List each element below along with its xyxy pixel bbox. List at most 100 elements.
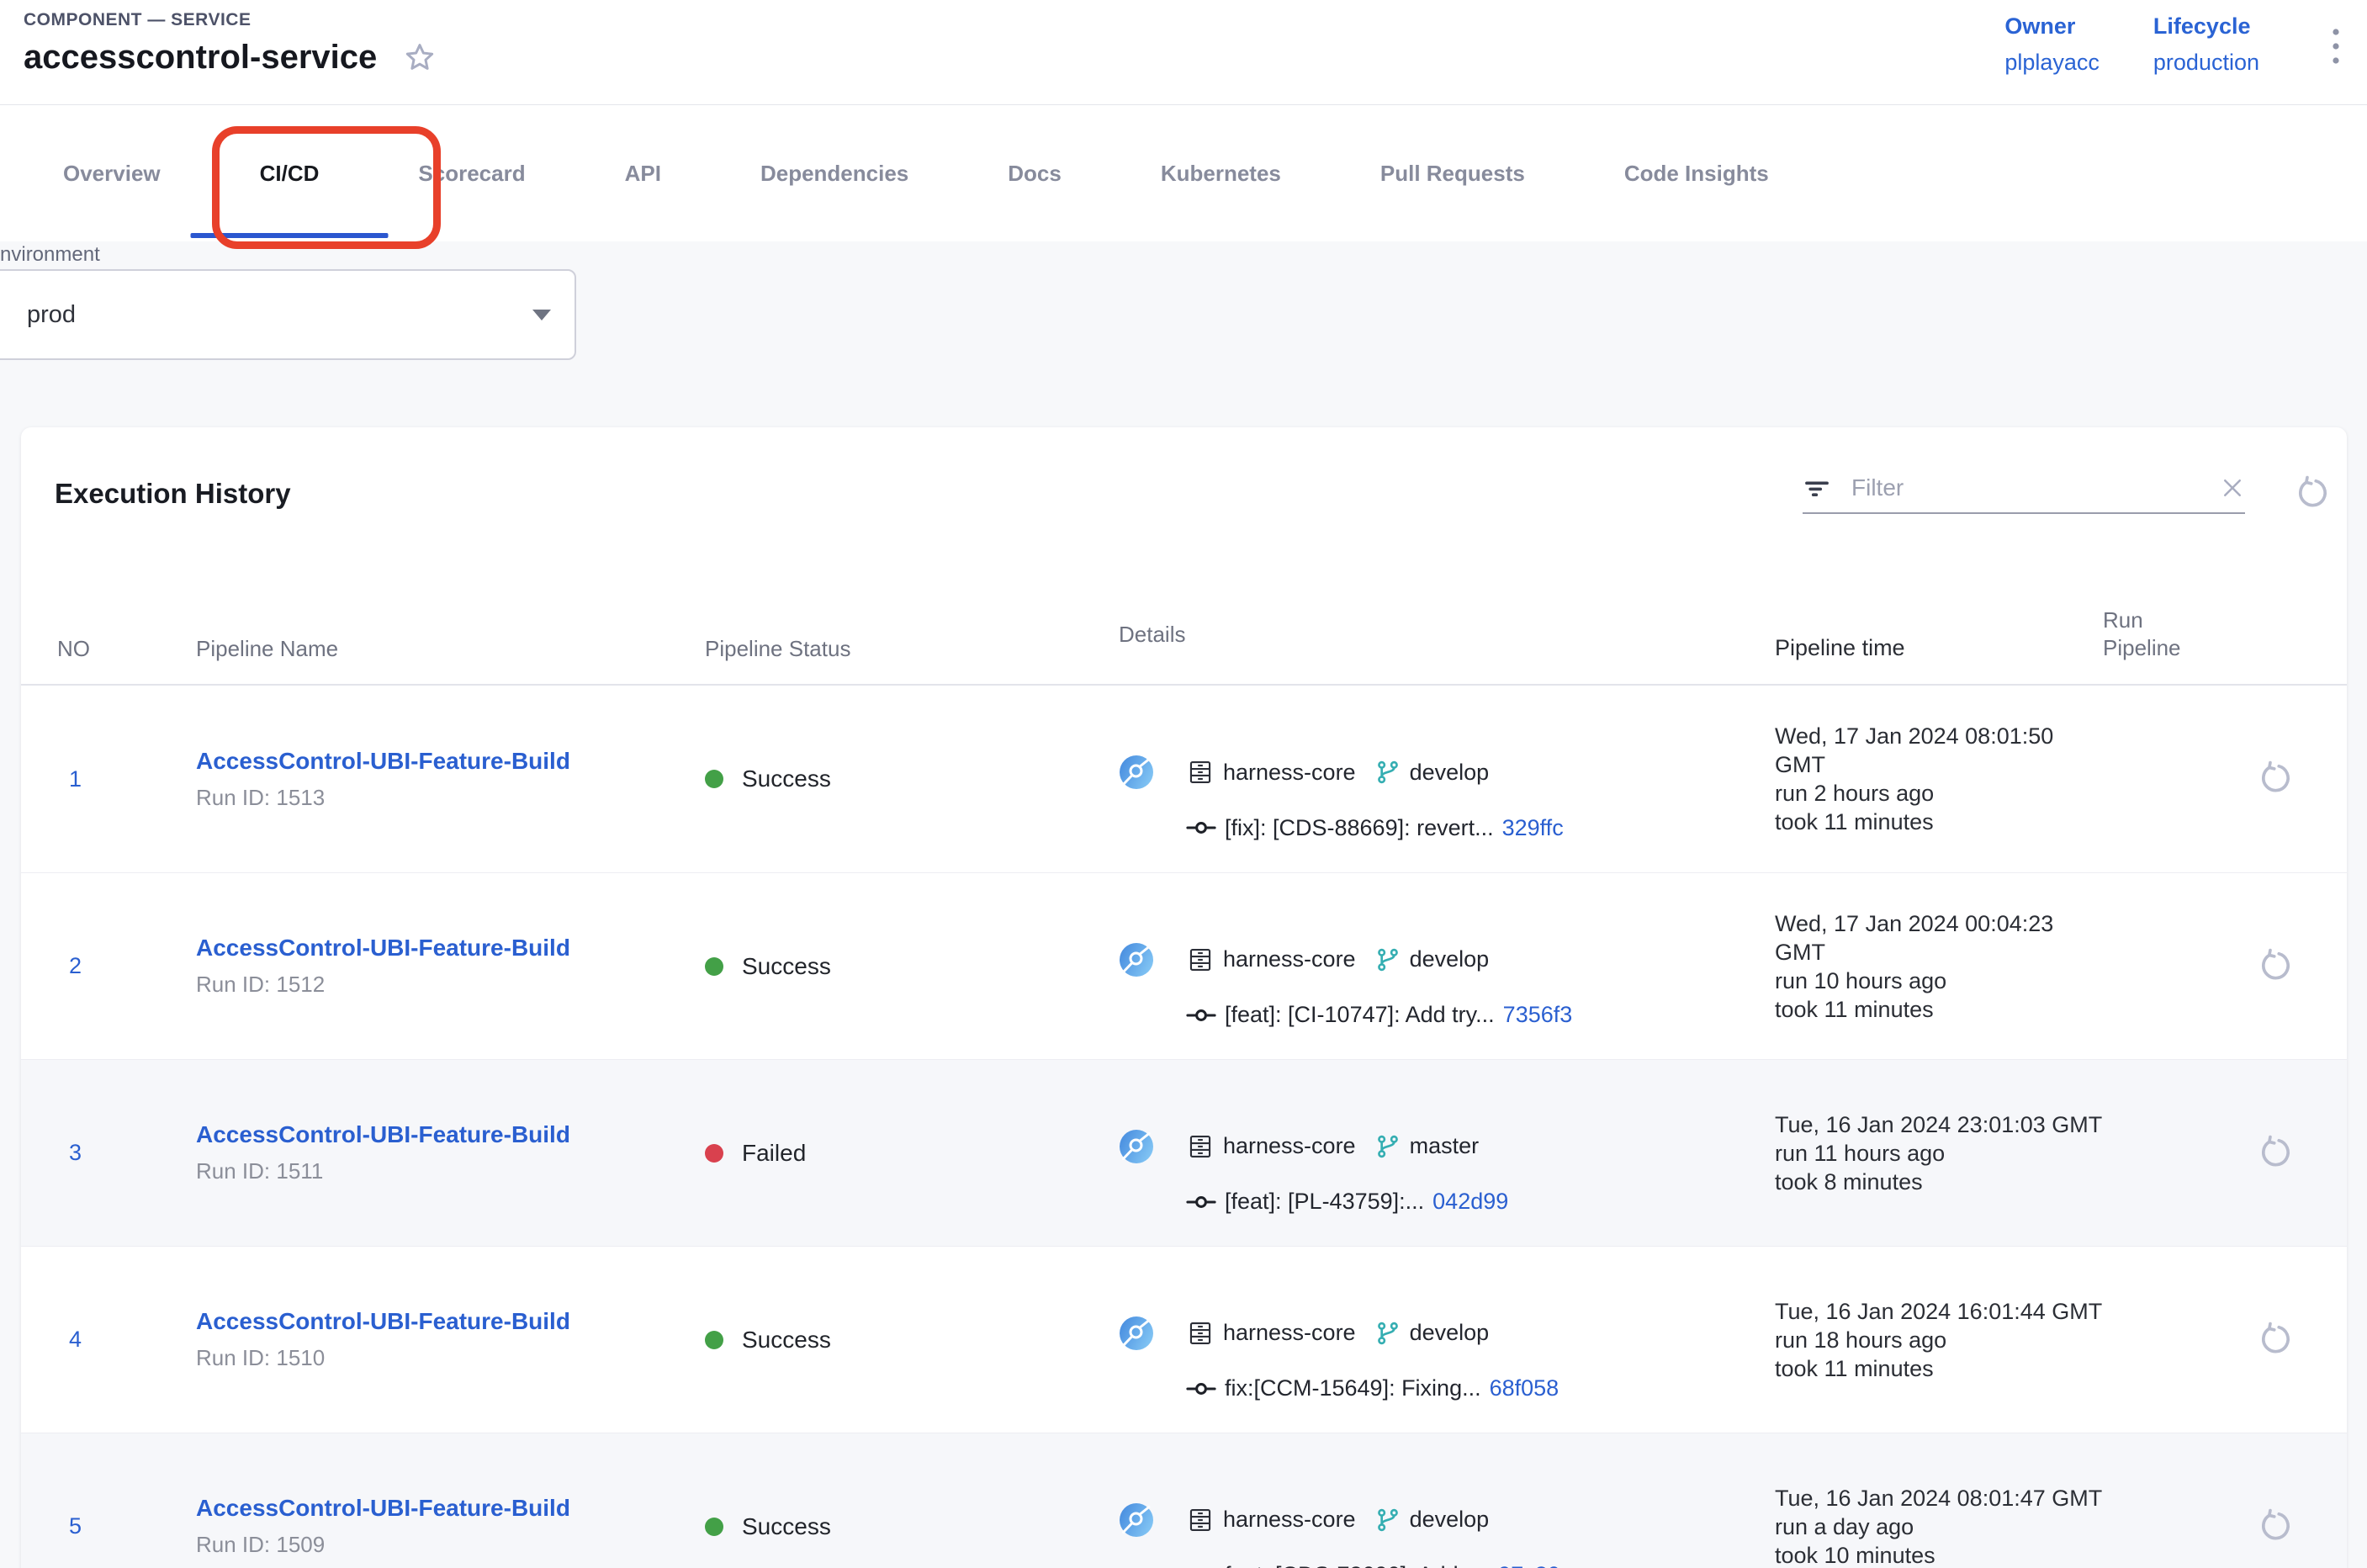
tab-cicd-label: CI/CD [260,161,320,187]
run-id: Run ID: 1509 [196,1532,705,1558]
col-header-run-pipeline-label: Run Pipeline [2103,607,2211,662]
run-id: Run ID: 1511 [196,1158,705,1184]
owner-label: Owner [2004,13,2100,40]
tab-cicd[interactable]: CI/CD [260,105,320,241]
git-commit-icon [1186,1378,1216,1400]
commit-message: [feat]: [CI-10747]: Add try... [1225,1002,1495,1028]
git-commit-icon [1186,1191,1216,1213]
tab-api-label: API [625,161,661,187]
tab-dependencies[interactable]: Dependencies [760,105,908,241]
col-header-pipeline-name: Pipeline Name [196,636,705,662]
tab-pull-requests[interactable]: Pull Requests [1380,105,1525,241]
run-id: Run ID: 1512 [196,972,705,998]
status-label: Failed [742,1140,806,1167]
pipeline-time-ago: run 18 hours ago [1775,1326,2103,1354]
status-label: Success [742,1327,831,1353]
branch-name: develop [1410,946,1490,972]
col-header-details: Details [1119,622,1775,648]
repo-icon [1186,1319,1215,1348]
branch-name: master [1410,1133,1480,1159]
trigger-avatar-icon [1119,755,1154,790]
tab-scorecard[interactable]: Scorecard [418,105,525,241]
favorite-star-icon[interactable] [402,40,437,76]
run-pipeline-button[interactable] [2255,1508,2292,1545]
commit-sha-link[interactable]: 042d99 [1432,1189,1508,1215]
entity-header: COMPONENT — SERVICE accesscontrol-servic… [0,0,2367,105]
pipeline-time-ago: run 11 hours ago [1775,1139,2103,1168]
pipeline-name-link[interactable]: AccessControl-UBI-Feature-Build [196,1308,705,1335]
clear-filter-icon[interactable] [2220,475,2245,501]
tab-code-insights[interactable]: Code Insights [1624,105,1769,241]
entity-meta-block: Owner plplayacc Lifecycle production [2004,0,2342,104]
pipeline-name-link[interactable]: AccessControl-UBI-Feature-Build [196,748,705,775]
environment-select[interactable]: prod [0,269,576,360]
tab-kubernetes-label: Kubernetes [1161,161,1281,187]
tab-docs-label: Docs [1008,161,1062,187]
pipeline-name-link[interactable]: AccessControl-UBI-Feature-Build [196,935,705,961]
commit-sha-link[interactable]: a97c30 [1485,1562,1560,1568]
refresh-icon[interactable] [2292,475,2329,512]
git-commit-icon [1186,1004,1216,1026]
status-label: Success [742,1513,831,1540]
tab-pull-requests-label: Pull Requests [1380,161,1525,187]
tab-scorecard-label: Scorecard [418,161,525,187]
tab-api[interactable]: API [625,105,661,241]
table-row: 4 AccessControl-UBI-Feature-Build Run ID… [21,1246,2347,1433]
kebab-menu-icon[interactable] [2330,13,2342,73]
repo-icon [1186,1506,1215,1534]
tab-overview[interactable]: Overview [63,105,161,241]
trigger-avatar-icon [1119,942,1154,977]
filter-icon [1803,474,1831,502]
git-commit-icon [1186,817,1216,839]
trigger-avatar-icon [1119,1502,1154,1538]
table-row: 1 AccessControl-UBI-Feature-Build Run ID… [21,686,2347,872]
pipeline-time-ago: run 10 hours ago [1775,967,2103,995]
run-pipeline-button[interactable] [2255,760,2292,797]
repo-icon [1186,946,1215,974]
pipeline-name-link[interactable]: AccessControl-UBI-Feature-Build [196,1495,705,1522]
lifecycle-meta: Lifecycle production [2153,13,2259,76]
git-branch-icon [1374,946,1401,973]
pipeline-time-took: took 11 minutes [1775,808,2103,836]
git-branch-icon [1374,1133,1401,1160]
commit-message: [fix]: [CDS-88669]: revert... [1225,815,1494,841]
run-pipeline-button[interactable] [2255,948,2292,985]
commit-sha-link[interactable]: 329ffc [1502,815,1564,841]
table-body: 1 AccessControl-UBI-Feature-Build Run ID… [21,686,2347,1568]
git-commit-icon [1186,1565,1216,1568]
status-dot [705,1331,723,1349]
repo-icon [1186,1132,1215,1161]
tab-docs[interactable]: Docs [1008,105,1062,241]
pipeline-name-link[interactable]: AccessControl-UBI-Feature-Build [196,1121,705,1148]
status-label: Success [742,765,831,792]
status-label: Success [742,953,831,980]
commit-sha-link[interactable]: 7356f3 [1503,1002,1573,1028]
tab-overview-label: Overview [63,161,161,187]
owner-link[interactable]: plplayacc [2004,50,2100,76]
pipeline-time-date: Tue, 16 Jan 2024 23:01:03 GMT [1775,1110,2103,1139]
run-id: Run ID: 1513 [196,785,705,811]
environment-value: prod [27,301,532,329]
filter-field [1803,474,2245,514]
tab-code-insights-label: Code Insights [1624,161,1769,187]
page-title: accesscontrol-service [24,39,377,77]
run-pipeline-button[interactable] [2255,1322,2292,1359]
commit-sha-link[interactable]: 68f058 [1490,1375,1559,1401]
tab-kubernetes[interactable]: Kubernetes [1161,105,1281,241]
col-header-pipeline-status: Pipeline Status [705,636,1119,662]
owner-meta: Owner plplayacc [2004,13,2100,76]
execution-history-card: Execution History [21,427,2347,1568]
filter-input[interactable] [1851,474,2200,501]
status-dot [705,1144,723,1163]
git-branch-icon [1374,1320,1401,1347]
row-number: 1 [57,766,82,792]
git-branch-icon [1374,759,1401,786]
repo-name: harness-core [1223,946,1356,972]
repo-icon [1186,758,1215,787]
pipeline-time-date: Tue, 16 Jan 2024 16:01:44 GMT [1775,1297,2103,1326]
table-row: 5 AccessControl-UBI-Feature-Build Run ID… [21,1433,2347,1568]
run-pipeline-button[interactable] [2255,1135,2292,1172]
pipeline-time-took: took 10 minutes [1775,1541,2103,1568]
table-header: NO Pipeline Name Pipeline Status Details… [21,607,2347,686]
status-dot [705,1518,723,1536]
